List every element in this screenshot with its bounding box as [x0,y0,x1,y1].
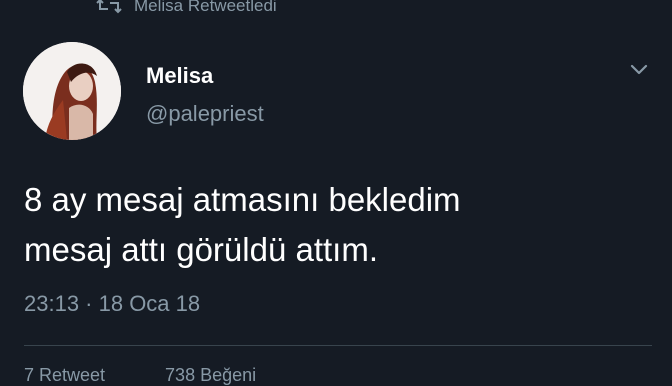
retweet-count[interactable]: 7 Retweet [24,365,105,386]
tweet-text-line: mesaj attı görüldü attım. [24,231,378,268]
tweet-stats: 7 Retweet 738 Beğeni [24,365,256,386]
chevron-down-icon[interactable] [627,60,651,80]
retweet-label: Melisa Retweetledi [134,0,277,15]
author-name[interactable]: Melisa [146,63,213,89]
avatar[interactable] [23,42,121,140]
tweet-text-line: 8 ay mesaj atmasını bekledim [24,181,461,218]
tweet-text: 8 ay mesaj atmasını bekledim mesaj attı … [24,175,644,275]
like-count[interactable]: 738 Beğeni [165,365,256,386]
retweet-icon [96,0,122,14]
avatar-photo [23,42,121,140]
author-handle[interactable]: @palepriest [146,101,264,127]
divider [24,345,652,346]
retweet-indicator: Melisa Retweetledi [96,0,277,18]
tweet-timestamp[interactable]: 23:13 · 18 Oca 18 [24,291,200,317]
